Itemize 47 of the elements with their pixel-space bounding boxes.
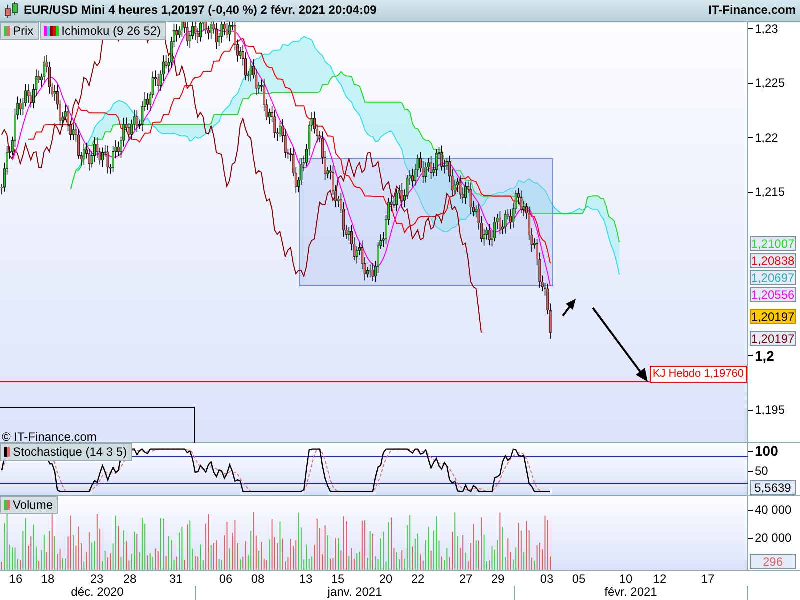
date-label: 31 <box>168 572 184 586</box>
date-label: 15 <box>330 572 346 586</box>
axis-label: 20 000 <box>755 531 792 546</box>
axis-label: 1,2 <box>755 348 774 364</box>
month-label: févr. 2021 <box>604 586 658 600</box>
date-label: 28 <box>122 572 138 586</box>
date-label: 22 <box>410 572 426 586</box>
indicator-value: 5,5639 <box>750 480 796 496</box>
price-value: 1,20197 <box>751 310 795 324</box>
date-label: 17 <box>700 572 716 586</box>
axis-label: 1,195 <box>755 403 786 418</box>
indicator-value: 296 <box>750 554 796 570</box>
axis-label: 100 <box>755 443 778 460</box>
price-value: 1,20197 <box>751 332 795 346</box>
date-label: 06 <box>218 572 234 586</box>
month-label: janv. 2021 <box>328 586 382 600</box>
site-name: IT-Finance.com <box>708 3 796 18</box>
date-label: 12 <box>652 572 668 586</box>
date-label: 18 <box>40 572 56 586</box>
date-label: 10 <box>618 572 634 586</box>
price-value: 1,20556 <box>751 288 795 302</box>
legend-tag[interactable]: Stochastique (14 3 5) <box>0 443 132 462</box>
axis-label: 40 000 <box>755 503 792 518</box>
date-label: 27 <box>458 572 474 586</box>
annotation-label: KJ Hebdo 1,19760 <box>650 366 747 383</box>
axis-label: 1,23 <box>755 22 778 36</box>
chart-title: EUR/USD Mini 4 heures 1,20197 (-0,40 %) 2 févr. 2021 20:04:09 <box>24 3 378 18</box>
price-value: 1,20838 <box>751 254 795 268</box>
axis-label: 1,225 <box>755 76 786 90</box>
date-label: 05 <box>571 572 587 586</box>
axis-label: 50 <box>755 464 768 478</box>
date-label: 20 <box>378 572 394 586</box>
date-label: 29 <box>490 572 506 586</box>
legend-tag[interactable]: Volume <box>0 496 58 514</box>
price-value: 1,20697 <box>751 270 795 285</box>
price-value: 1,21007 <box>751 236 795 251</box>
axis-label: 1,215 <box>755 185 786 200</box>
axis-label: 1,22 <box>755 130 778 145</box>
date-label: 08 <box>250 572 266 586</box>
date-label: 23 <box>89 572 105 586</box>
legend-tag[interactable]: Ichimoku (9 26 52) <box>40 22 166 40</box>
date-label: 16 <box>8 572 24 586</box>
month-label: déc. 2020 <box>71 586 124 600</box>
date-label: 03 <box>539 572 555 586</box>
copyright-text: © IT-Finance.com <box>2 430 97 444</box>
legend-tag[interactable]: Prix <box>0 22 39 40</box>
date-label: 13 <box>298 572 314 586</box>
